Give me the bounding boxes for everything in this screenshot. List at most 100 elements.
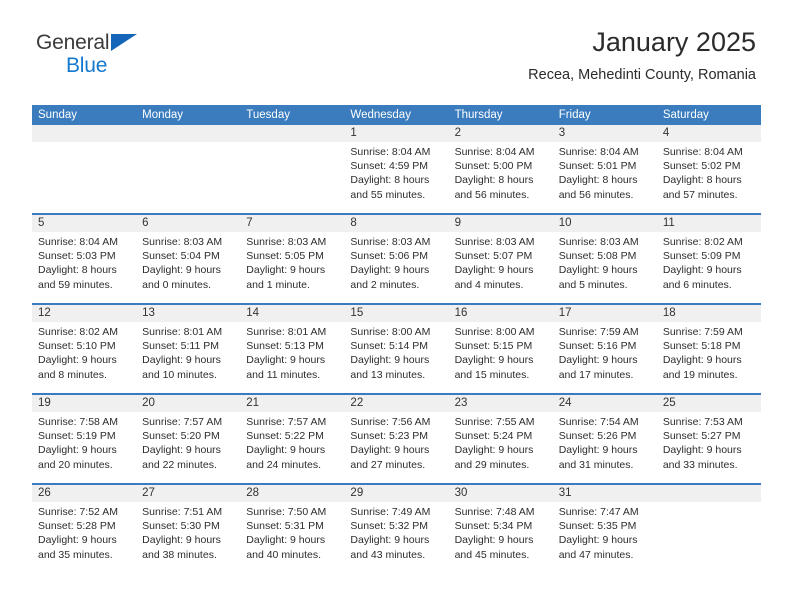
daylight-text-line1: Daylight: 9 hours <box>558 534 638 547</box>
day-number[interactable]: 6 <box>136 215 240 232</box>
day-cell[interactable]: Sunrise: 8:03 AM Sunset: 5:04 PM Daylight:… <box>136 232 240 303</box>
title-block: January 2025 Recea, Mehedinti County, Ro… <box>528 26 756 85</box>
daylight-text-line2: and 11 minutes. <box>246 368 321 381</box>
day-number[interactable]: 28 <box>240 485 344 502</box>
day-number[interactable]: 24 <box>553 395 657 412</box>
weekday-header-monday: Monday <box>142 109 184 121</box>
sunrise-text: Sunrise: 8:03 AM <box>454 236 535 248</box>
day-cell[interactable]: Sunrise: 8:00 AM Sunset: 5:15 PM Daylight:… <box>449 322 553 393</box>
sunset-text: Sunset: 5:23 PM <box>350 430 429 443</box>
day-cell[interactable]: Sunrise: 8:01 AM Sunset: 5:11 PM Daylight:… <box>136 322 240 393</box>
day-cell[interactable]: Sunrise: 7:51 AM Sunset: 5:30 PM Daylight:… <box>136 502 240 573</box>
sunrise-text: Sunrise: 8:04 AM <box>662 146 743 158</box>
day-cell[interactable]: Sunrise: 7:57 AM Sunset: 5:20 PM Daylight:… <box>136 412 240 483</box>
daylight-text-line2: and 15 minutes. <box>454 368 530 381</box>
daylight-text-line2: and 19 minutes. <box>662 368 738 381</box>
day-cell[interactable]: Sunrise: 8:03 AM Sunset: 5:08 PM Daylight:… <box>553 232 657 303</box>
daylight-text-line1: Daylight: 9 hours <box>246 534 326 547</box>
day-cell[interactable]: Sunrise: 7:50 AM Sunset: 5:31 PM Daylight:… <box>240 502 344 573</box>
day-cell-empty <box>240 142 344 213</box>
sunset-text: Sunset: 5:05 PM <box>246 250 324 263</box>
day-number[interactable]: 3 <box>553 125 657 142</box>
daylight-text-line1: Daylight: 9 hours <box>38 444 117 457</box>
sunset-text: Sunset: 5:03 PM <box>38 250 116 263</box>
page-header: General Blue January 2025 Recea, Mehedin… <box>36 26 756 98</box>
day-number[interactable]: 4 <box>657 125 761 142</box>
day-cell[interactable]: Sunrise: 8:04 AM Sunset: 4:59 PM Daylight:… <box>344 142 448 213</box>
day-cell[interactable]: Sunrise: 7:58 AM Sunset: 5:19 PM Daylight:… <box>32 412 136 483</box>
day-cell[interactable]: Sunrise: 7:59 AM Sunset: 5:18 PM Daylight:… <box>657 322 761 393</box>
day-number[interactable]: 29 <box>344 485 448 502</box>
day-number[interactable]: 11 <box>657 215 761 232</box>
day-number[interactable]: 21 <box>240 395 344 412</box>
daylight-text-line1: Daylight: 9 hours <box>142 534 221 547</box>
daylight-text-line2: and 20 minutes. <box>38 458 113 471</box>
day-cell[interactable]: Sunrise: 7:52 AM Sunset: 5:28 PM Daylight:… <box>32 502 136 573</box>
day-cell[interactable]: Sunrise: 8:04 AM Sunset: 5:00 PM Daylight:… <box>449 142 553 213</box>
daylight-text-line2: and 5 minutes. <box>558 278 628 291</box>
day-number[interactable]: 23 <box>449 395 553 412</box>
day-cell[interactable]: Sunrise: 8:03 AM Sunset: 5:07 PM Daylight:… <box>449 232 553 303</box>
day-number[interactable]: 17 <box>553 305 657 322</box>
day-number[interactable]: 18 <box>657 305 761 322</box>
day-number[interactable]: 8 <box>344 215 448 232</box>
sunset-text: Sunset: 5:10 PM <box>38 340 116 353</box>
day-number[interactable]: 22 <box>344 395 448 412</box>
day-cell[interactable]: Sunrise: 7:53 AM Sunset: 5:27 PM Daylight:… <box>657 412 761 483</box>
day-number[interactable]: 9 <box>449 215 553 232</box>
day-number[interactable]: 2 <box>449 125 553 142</box>
day-cell[interactable]: Sunrise: 7:49 AM Sunset: 5:32 PM Daylight:… <box>344 502 448 573</box>
day-cell[interactable]: Sunrise: 7:48 AM Sunset: 5:34 PM Daylight:… <box>449 502 553 573</box>
day-number[interactable]: 1 <box>344 125 448 142</box>
day-cell[interactable]: Sunrise: 7:54 AM Sunset: 5:26 PM Daylight:… <box>553 412 657 483</box>
day-number[interactable]: 30 <box>449 485 553 502</box>
day-number[interactable]: 15 <box>344 305 448 322</box>
day-number[interactable]: 7 <box>240 215 344 232</box>
day-number[interactable]: 16 <box>449 305 553 322</box>
day-cell[interactable]: Sunrise: 8:02 AM Sunset: 5:09 PM Daylight:… <box>657 232 761 303</box>
daylight-text-line2: and 43 minutes. <box>350 548 426 561</box>
sunrise-text: Sunrise: 8:03 AM <box>246 236 327 248</box>
day-number[interactable]: 12 <box>32 305 136 322</box>
day-cell[interactable]: Sunrise: 7:57 AM Sunset: 5:22 PM Daylight:… <box>240 412 344 483</box>
day-number[interactable]: 14 <box>240 305 344 322</box>
day-number[interactable]: 13 <box>136 305 240 322</box>
day-cell[interactable]: Sunrise: 8:02 AM Sunset: 5:10 PM Daylight:… <box>32 322 136 393</box>
day-cell[interactable]: Sunrise: 7:47 AM Sunset: 5:35 PM Daylight:… <box>553 502 657 573</box>
day-cell[interactable]: Sunrise: 8:01 AM Sunset: 5:13 PM Daylight:… <box>240 322 344 393</box>
day-cell[interactable]: Sunrise: 7:55 AM Sunset: 5:24 PM Daylight:… <box>449 412 553 483</box>
day-cell[interactable]: Sunrise: 8:04 AM Sunset: 5:01 PM Daylight:… <box>553 142 657 213</box>
day-cell[interactable]: Sunrise: 7:56 AM Sunset: 5:23 PM Daylight:… <box>344 412 448 483</box>
sunset-text: Sunset: 5:15 PM <box>454 340 533 353</box>
daylight-text-line1: Daylight: 9 hours <box>38 354 117 367</box>
day-cell[interactable]: Sunrise: 8:03 AM Sunset: 5:06 PM Daylight:… <box>344 232 448 303</box>
daylight-text-line2: and 55 minutes. <box>350 188 426 201</box>
generalblue-logo[interactable]: General Blue <box>36 32 236 88</box>
day-number[interactable]: 26 <box>32 485 136 502</box>
day-cell[interactable]: Sunrise: 8:00 AM Sunset: 5:14 PM Daylight:… <box>344 322 448 393</box>
day-number[interactable]: 5 <box>32 215 136 232</box>
day-number[interactable]: 20 <box>136 395 240 412</box>
daylight-text-line2: and 59 minutes. <box>38 278 113 291</box>
day-cell[interactable]: Sunrise: 8:04 AM Sunset: 5:03 PM Daylight:… <box>32 232 136 303</box>
day-cell[interactable]: Sunrise: 8:03 AM Sunset: 5:05 PM Daylight:… <box>240 232 344 303</box>
weekday-header-row: Sunday Monday Tuesday Wednesday Thursday… <box>32 105 761 125</box>
weekday-header-friday: Friday <box>558 109 591 121</box>
day-number[interactable]: 27 <box>136 485 240 502</box>
day-number[interactable]: 25 <box>657 395 761 412</box>
daylight-text-line2: and 2 minutes. <box>350 278 420 291</box>
daylight-text-line1: Daylight: 9 hours <box>142 354 221 367</box>
day-cell[interactable]: Sunrise: 7:59 AM Sunset: 5:16 PM Daylight:… <box>553 322 657 393</box>
day-number[interactable]: 19 <box>32 395 136 412</box>
day-number[interactable]: 10 <box>553 215 657 232</box>
sunset-text: Sunset: 5:30 PM <box>142 520 220 533</box>
daylight-text-line1: Daylight: 9 hours <box>350 444 430 457</box>
sunset-text: Sunset: 5:20 PM <box>142 430 220 443</box>
daylight-text-line1: Daylight: 9 hours <box>558 444 638 457</box>
day-cell[interactable]: Sunrise: 8:04 AM Sunset: 5:02 PM Daylight:… <box>657 142 761 213</box>
day-number-band: 1234 <box>32 125 761 142</box>
daylight-text-line2: and 56 minutes. <box>558 188 634 201</box>
day-number[interactable]: 31 <box>553 485 657 502</box>
sunset-text: Sunset: 5:22 PM <box>246 430 324 443</box>
sunrise-text: Sunrise: 8:03 AM <box>350 236 431 248</box>
